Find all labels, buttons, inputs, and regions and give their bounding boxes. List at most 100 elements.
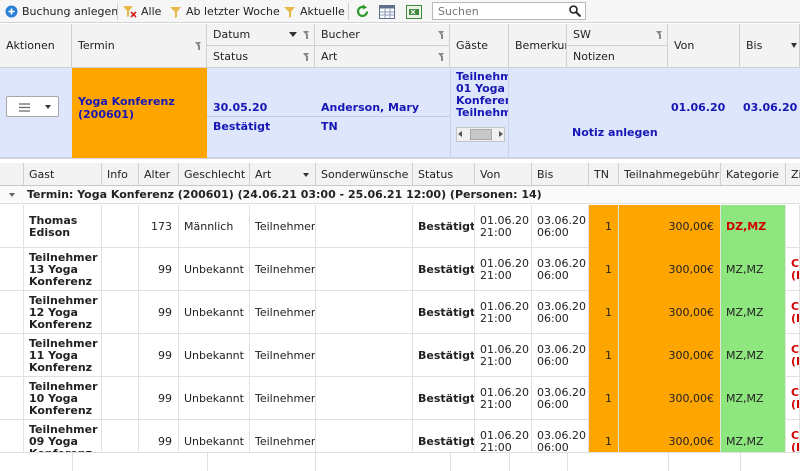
sort-desc-icon[interactable] bbox=[289, 32, 297, 37]
bis-value: 03.06.20 06:00 bbox=[537, 299, 586, 325]
art-value: Teilnehmer bbox=[255, 348, 316, 362]
new-booking-button[interactable]: Buchung anlegen bbox=[5, 0, 118, 23]
filter-icon[interactable] bbox=[438, 52, 445, 61]
cell-geschlecht: Unbekannt bbox=[179, 248, 250, 291]
termin-cell[interactable]: Yoga Konferenz (200601) bbox=[72, 68, 207, 158]
search-box[interactable] bbox=[432, 2, 586, 20]
filter-current-button[interactable]: Aktuelle bbox=[284, 0, 345, 23]
cell-art: Teilnehmer bbox=[250, 248, 316, 291]
cell-kategorie: MZ,MZ bbox=[721, 334, 786, 377]
guest-row[interactable]: Teilnehmer 13 Yoga Konferenz 99 Unbekannt T… bbox=[0, 248, 800, 291]
geschlecht-value: Unbekannt bbox=[184, 391, 244, 405]
cell-exp bbox=[0, 205, 24, 248]
col-header-notizen[interactable]: Notizen bbox=[567, 46, 668, 68]
filter-icon[interactable] bbox=[195, 41, 202, 50]
create-note-link[interactable]: Notiz anlegen bbox=[572, 126, 658, 139]
cell-status: Bestätigt bbox=[413, 377, 475, 420]
excel-export-button[interactable] bbox=[406, 0, 422, 23]
col-header-aktionen[interactable]: Aktionen bbox=[0, 24, 72, 68]
search-icon[interactable] bbox=[569, 5, 582, 20]
gebuehr-value: 300,00€ bbox=[668, 219, 715, 233]
filter-all-button[interactable]: Alle bbox=[123, 0, 161, 23]
booking-to: 03.06.20 bbox=[743, 101, 798, 114]
zi-value: Cl (N bbox=[791, 385, 800, 411]
cell-art: Teilnehmer bbox=[250, 205, 316, 248]
col-header-art[interactable]: Art bbox=[315, 46, 450, 68]
guest-row[interactable]: Teilnehmer 11 Yoga Konferenz 99 Unbekannt T… bbox=[0, 334, 800, 377]
col-header-bis[interactable]: Bis bbox=[740, 24, 800, 68]
toolbar: Buchung anlegen Alle Ab letzter Woche Ak… bbox=[0, 0, 800, 23]
filter-icon[interactable] bbox=[303, 52, 310, 61]
col-header-termin[interactable]: Termin bbox=[72, 24, 207, 68]
cell-art: Teilnehmer bbox=[250, 291, 316, 334]
col-header-datum[interactable]: Datum bbox=[207, 24, 315, 46]
col-header-gast[interactable]: Gast bbox=[24, 163, 102, 186]
booker-name-link[interactable]: Anderson, Mary bbox=[321, 101, 419, 114]
column-menu-icon[interactable] bbox=[303, 173, 309, 177]
kategorie-value: DZ,MZ bbox=[726, 219, 767, 233]
guest-row[interactable]: Teilnehmer 12 Yoga Konferenz 99 Unbekannt T… bbox=[0, 291, 800, 334]
scroll-right-arrow[interactable] bbox=[499, 131, 503, 137]
filter-since-last-week-label: Ab letzter Woche bbox=[186, 5, 280, 18]
group-header-row[interactable]: Termin: Yoga Konferenz (200601) (24.06.2… bbox=[0, 186, 800, 204]
col-header-status[interactable]: Status bbox=[413, 163, 475, 186]
cell-sonder bbox=[316, 334, 413, 377]
cell-kategorie: MZ,MZ bbox=[721, 291, 786, 334]
cell-tn: 1 bbox=[589, 248, 619, 291]
search-input[interactable] bbox=[433, 3, 563, 19]
col-header-von[interactable]: Von bbox=[668, 24, 740, 68]
col-line bbox=[207, 453, 208, 471]
col-header-alter[interactable]: Alter bbox=[139, 163, 179, 186]
scroll-left-arrow[interactable] bbox=[458, 131, 462, 137]
guest-row[interactable]: Teilnehmer 10 Yoga Konferenz 99 Unbekannt T… bbox=[0, 377, 800, 420]
filter-since-last-week-button[interactable]: Ab letzter Woche bbox=[170, 0, 280, 23]
col-header-tn[interactable]: TN bbox=[589, 163, 619, 186]
col-header-von[interactable]: Von bbox=[475, 163, 532, 186]
column-menu-icon[interactable] bbox=[791, 43, 797, 48]
new-booking-label: Buchung anlegen bbox=[22, 5, 119, 18]
cell-bis: 03.06.20 06:00 bbox=[532, 377, 589, 420]
geschlecht-value: Unbekannt bbox=[184, 305, 244, 319]
col-header-bucher[interactable]: Bucher bbox=[315, 24, 450, 46]
collapse-triangle-icon[interactable] bbox=[9, 192, 15, 197]
cell-info bbox=[102, 248, 139, 291]
col-header-geschlecht[interactable]: Geschlecht bbox=[179, 163, 250, 186]
row-divider bbox=[207, 116, 315, 117]
filter-icon[interactable] bbox=[303, 30, 310, 39]
filter-icon[interactable] bbox=[656, 30, 663, 39]
guest-link[interactable]: Teilnehm 01 Yoga Konferer Teilnehm bbox=[456, 71, 508, 117]
bis-value: 03.06.20 06:00 bbox=[537, 428, 586, 454]
cell-von: 01.06.20 21:00 bbox=[475, 248, 532, 291]
col-header-bis[interactable]: Bis bbox=[532, 163, 589, 186]
gaeste-cell[interactable]: Teilnehm 01 Yoga Konferer Teilnehm bbox=[450, 68, 509, 158]
zi-value: Cl (N bbox=[791, 299, 800, 325]
col-header-status[interactable]: Status bbox=[207, 46, 315, 68]
status-value: Bestätigt bbox=[418, 305, 475, 319]
col-header-teilnahmegebuehr[interactable]: Teilnahmegebühr bbox=[619, 163, 721, 186]
col-header-sw[interactable]: SW bbox=[567, 24, 668, 46]
geschlecht-value: Unbekannt bbox=[184, 262, 244, 276]
tn-value: 1 bbox=[605, 305, 612, 319]
col-header-sonderwuensche[interactable]: Sonderwünsche bbox=[316, 163, 413, 186]
cell-bis: 03.06.20 06:00 bbox=[532, 334, 589, 377]
filter-icon[interactable] bbox=[438, 30, 445, 39]
guest-row[interactable]: Thomas Edison 173 Männlich Teilnehmer Bestät… bbox=[0, 205, 800, 248]
tn-value: 1 bbox=[605, 262, 612, 276]
col-header-gaeste[interactable]: Gäste bbox=[450, 24, 509, 68]
booking-row[interactable]: Yoga Konferenz (200601) 30.05.20 Bestäti… bbox=[0, 68, 800, 158]
col-header-kategorie[interactable]: Kategorie bbox=[721, 163, 786, 186]
col-header-bemerkung[interactable]: Bemerkung bbox=[509, 24, 567, 68]
horizontal-scrollbar[interactable] bbox=[456, 127, 505, 142]
cell-gebuehr: 300,00€ bbox=[619, 205, 721, 248]
refresh-button[interactable] bbox=[355, 0, 370, 23]
col-header-info[interactable]: Info bbox=[102, 163, 139, 186]
refresh-icon bbox=[355, 4, 370, 19]
col-header-zimmer[interactable]: Zi bbox=[786, 163, 800, 186]
alter-value: 99 bbox=[158, 262, 172, 276]
actions-dropdown[interactable] bbox=[6, 96, 59, 117]
table-view-button[interactable] bbox=[379, 0, 395, 23]
bis-value: 03.06.20 06:00 bbox=[537, 385, 586, 411]
termin-title: Yoga Konferenz bbox=[78, 95, 175, 108]
col-header-art[interactable]: Art bbox=[250, 163, 316, 186]
scrollbar-thumb[interactable] bbox=[470, 129, 492, 140]
